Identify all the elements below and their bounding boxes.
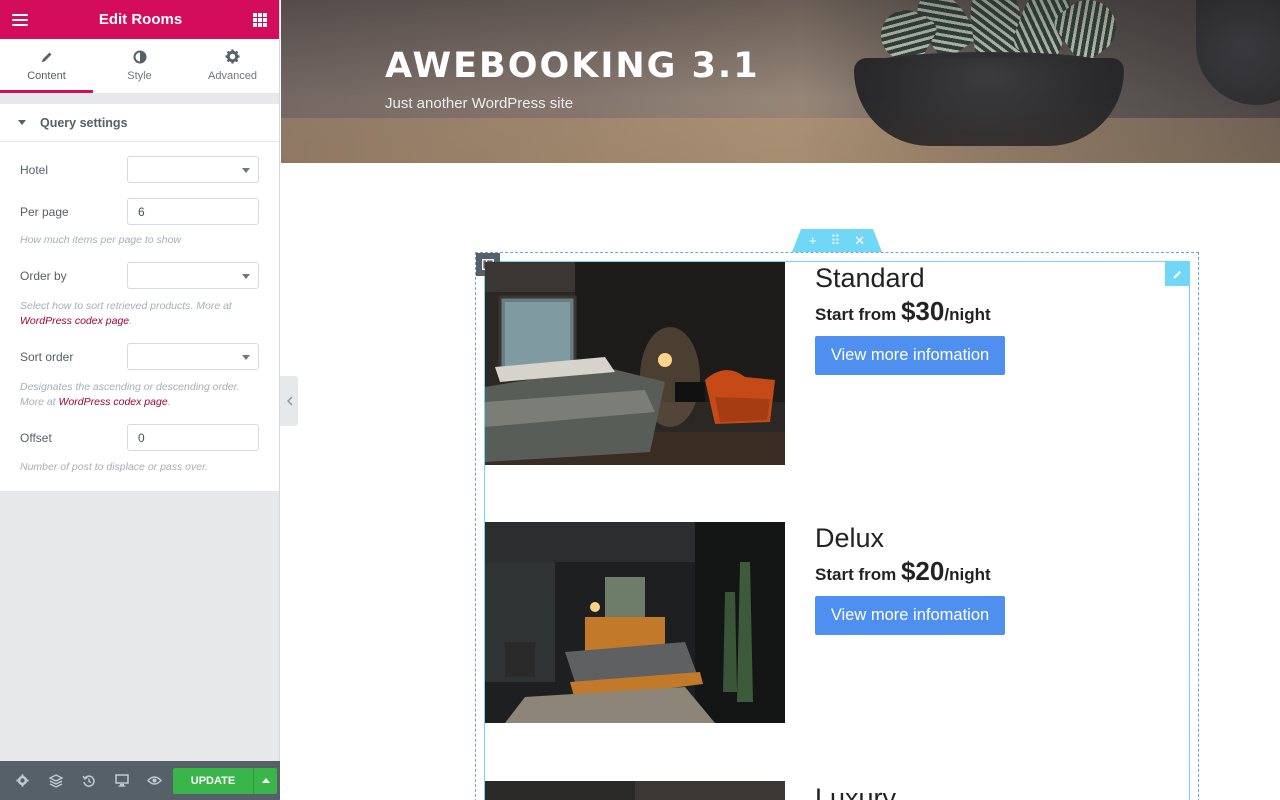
room-price-delux: Start from $20/night: [815, 556, 991, 587]
sort-order-codex-link[interactable]: WordPress codex page: [59, 396, 168, 408]
sort-order-desc-end: .: [167, 396, 171, 408]
price-amount: $30: [900, 296, 945, 326]
tab-style[interactable]: Style: [93, 39, 186, 93]
update-options-caret-icon[interactable]: [253, 767, 277, 794]
half-circle-icon: [133, 48, 147, 66]
room-price-standard: Start from $30/night: [815, 296, 991, 327]
hotel-select[interactable]: [127, 156, 259, 183]
sort-order-control: Sort order: [20, 343, 259, 370]
gear-icon: [225, 48, 240, 66]
section-handle: + ⠿ ✕: [792, 229, 882, 252]
per-page-description: How much items per page to show: [20, 234, 182, 246]
room-image-standard[interactable]: [485, 262, 785, 465]
caret-down-icon: [18, 120, 26, 125]
panel-tabs: Content Style Advanced: [0, 39, 279, 94]
tab-style-label: Style: [127, 69, 152, 82]
history-icon[interactable]: [72, 761, 105, 800]
offset-input[interactable]: 0: [127, 424, 259, 451]
site-tagline: Just another WordPress site: [385, 95, 574, 112]
price-prefix: Start from: [815, 305, 901, 324]
price-suffix: /night: [944, 565, 991, 584]
menu-icon[interactable]: [12, 13, 28, 26]
view-more-button-standard[interactable]: View more infomation: [815, 336, 1005, 375]
chevron-left-icon: [286, 396, 292, 406]
per-page-label: Per page: [20, 204, 69, 219]
per-page-input[interactable]: 6: [127, 198, 259, 225]
tab-advanced[interactable]: Advanced: [186, 39, 279, 93]
order-by-select[interactable]: [127, 262, 259, 289]
update-button[interactable]: UPDATE: [173, 767, 253, 794]
edit-widget-button[interactable]: [1165, 262, 1189, 286]
sort-order-label: Sort order: [20, 349, 74, 364]
offset-label: Offset: [20, 430, 52, 445]
room-name-luxury[interactable]: Luxury: [815, 783, 896, 800]
query-controls: Hotel Per page 6 How much items per page…: [0, 142, 279, 491]
panel-header: Edit Rooms: [0, 0, 279, 39]
site-header: AWEBOOKING 3.1 Just another WordPress si…: [281, 0, 1280, 163]
offset-description: Number of post to displace or pass over.: [20, 461, 209, 473]
tab-content-label: Content: [27, 69, 66, 82]
order-by-codex-link[interactable]: WordPress codex page: [20, 315, 129, 327]
room-name-delux[interactable]: Delux: [815, 523, 884, 554]
drag-section-icon[interactable]: ⠿: [831, 233, 841, 249]
pencil-icon: [40, 48, 54, 66]
hotel-label: Hotel: [20, 162, 49, 177]
pencil-icon: [1173, 270, 1181, 278]
view-more-button-delux[interactable]: View more infomation: [815, 596, 1005, 635]
site-title[interactable]: AWEBOOKING 3.1: [385, 46, 760, 86]
room-name-standard[interactable]: Standard: [815, 263, 925, 294]
section-title: Query settings: [40, 115, 128, 130]
order-by-description: Select how to sort retrieved products. M…: [20, 299, 259, 329]
panel-title: Edit Rooms: [98, 11, 183, 28]
room-image-delux[interactable]: [485, 522, 785, 723]
delete-section-icon[interactable]: ✕: [854, 233, 865, 249]
sort-order-description: Designates the ascending or descending o…: [20, 380, 259, 410]
order-by-label: Order by: [20, 268, 67, 283]
order-by-desc-end: .: [129, 315, 133, 327]
widgets-grid-icon[interactable]: [253, 12, 267, 27]
order-by-control: Order by: [20, 262, 259, 289]
editor-panel: Edit Rooms Content Style Advanced Query: [0, 0, 280, 800]
tab-content[interactable]: Content: [0, 39, 93, 93]
price-amount: $20: [900, 556, 945, 586]
panel-divider: [0, 94, 279, 104]
desktop-icon[interactable]: [105, 761, 138, 800]
price-suffix: /night: [944, 305, 991, 324]
per-page-control: Per page 6: [20, 198, 259, 225]
hotel-control: Hotel: [20, 156, 259, 183]
settings-gear-icon[interactable]: [6, 761, 39, 800]
room-image-luxury[interactable]: [485, 781, 785, 800]
panel-collapse-toggle[interactable]: [280, 376, 298, 426]
tab-advanced-label: Advanced: [208, 69, 257, 82]
order-by-desc-text: Select how to sort retrieved products. M…: [20, 300, 232, 312]
sort-order-select[interactable]: [127, 343, 259, 370]
query-settings-header[interactable]: Query settings: [0, 104, 279, 142]
panel-footer: UPDATE: [0, 761, 280, 800]
add-section-icon[interactable]: +: [809, 233, 817, 248]
price-prefix: Start from: [815, 565, 901, 584]
layers-icon[interactable]: [39, 761, 72, 800]
offset-control: Offset 0: [20, 424, 259, 451]
eye-icon[interactable]: [138, 761, 171, 800]
